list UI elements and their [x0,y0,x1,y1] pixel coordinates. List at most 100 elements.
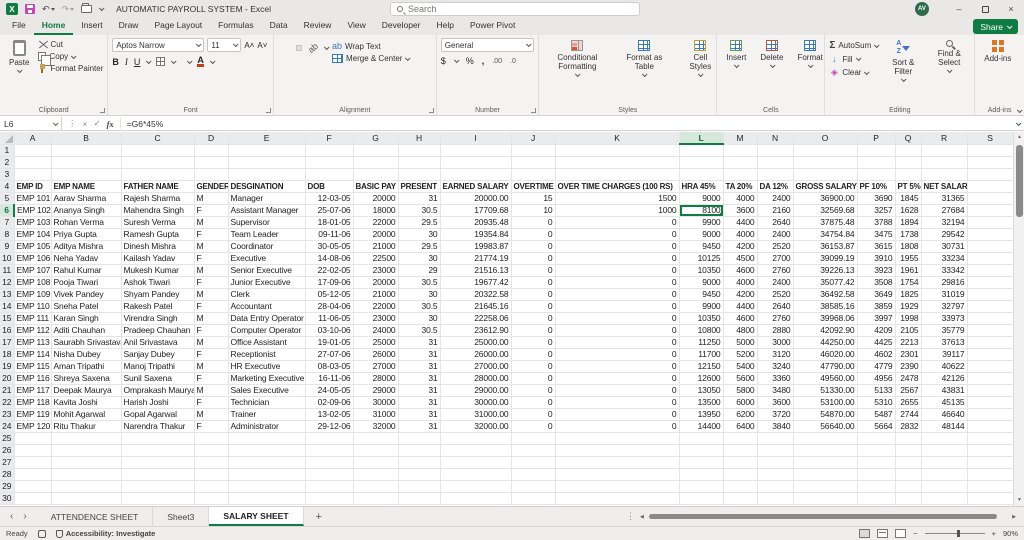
cell-Q18[interactable]: 2301 [895,348,922,361]
cell-B6[interactable]: Ananya Singh [51,204,122,217]
cell-C28[interactable] [121,468,195,481]
page-layout-view-button[interactable] [877,529,889,538]
cell-K22[interactable]: 0 [555,396,680,409]
menu-tab-home[interactable]: Home [33,18,74,35]
name-box[interactable]: L6 [0,116,62,131]
cell-K9[interactable]: 0 [555,240,680,253]
cell-H10[interactable]: 30 [398,252,441,265]
cell-B29[interactable] [51,480,122,493]
cell-G19[interactable]: 27000 [353,360,399,373]
cell-E24[interactable]: Administrator [228,420,306,433]
cell-B25[interactable] [51,432,122,445]
cell-M19[interactable]: 5400 [723,360,758,373]
redo-button[interactable]: ↷ [62,4,75,15]
cell-A14[interactable]: EMP 110 [14,300,52,313]
cell-D21[interactable]: M [194,384,229,397]
row-header-19[interactable]: 19 [0,360,15,373]
cell-F25[interactable] [305,432,354,445]
maximize-button[interactable] [972,0,998,18]
cell-J2[interactable] [511,156,556,169]
number-format-select[interactable]: General [440,38,535,52]
cell-M17[interactable]: 5000 [723,336,758,349]
cell-L23[interactable]: 13950 [679,408,724,421]
row-header-6[interactable]: 6 [0,204,15,217]
cell-Q29[interactable] [895,480,922,493]
column-header-E[interactable]: E [228,132,306,145]
cell-G13[interactable]: 21000 [353,288,399,301]
cell-E21[interactable]: Sales Executive [228,384,306,397]
cell-B9[interactable]: Aditya Mishra [51,240,122,253]
cell-C10[interactable]: Kailash Yadav [121,252,195,265]
align-middle-button[interactable] [287,45,293,51]
menu-tab-file[interactable]: File [4,18,34,35]
cell-K19[interactable]: 0 [555,360,680,373]
row-header-2[interactable]: 2 [0,156,15,169]
cell-G29[interactable] [353,480,399,493]
cell-B3[interactable] [51,168,122,181]
row-header-10[interactable]: 10 [0,252,15,265]
cell-S25[interactable] [967,432,1014,445]
cell-J10[interactable]: 0 [511,252,556,265]
cell-C4[interactable]: FATHER NAME [121,180,195,193]
cell-Q23[interactable]: 2744 [895,408,922,421]
accessibility-status[interactable]: Accessibility: Investigate [55,529,155,538]
cell-Q11[interactable]: 1961 [895,264,922,277]
column-header-S[interactable]: S [967,132,1014,145]
menu-tab-draw[interactable]: Draw [111,18,147,35]
font-dialog-launcher[interactable] [265,108,271,113]
cell-B30[interactable] [51,492,122,505]
cell-R19[interactable]: 40622 [921,360,968,373]
cell-P3[interactable] [857,168,896,181]
cell-A16[interactable]: EMP 112 [14,324,52,337]
cell-F5[interactable]: 12-03-05 [305,192,354,205]
cell-I17[interactable]: 25000.00 [440,336,512,349]
cell-R8[interactable]: 29542 [921,228,968,241]
cell-H1[interactable] [398,144,441,157]
cell-S30[interactable] [967,492,1014,505]
cell-P21[interactable]: 5133 [857,384,896,397]
cell-J1[interactable] [511,144,556,157]
cell-N18[interactable]: 3120 [757,348,794,361]
cell-L1[interactable] [679,144,724,157]
column-header-I[interactable]: I [440,132,512,145]
cell-A17[interactable]: EMP 113 [14,336,52,349]
cell-Q16[interactable]: 2105 [895,324,922,337]
cell-S14[interactable] [967,300,1014,313]
cell-D14[interactable]: F [194,300,229,313]
cell-O26[interactable] [793,444,858,457]
cell-S26[interactable] [967,444,1014,457]
cell-P15[interactable]: 3997 [857,312,896,325]
zoom-slider-thumb[interactable] [956,530,960,537]
cell-R12[interactable]: 29816 [921,276,968,289]
cell-O8[interactable]: 34754.84 [793,228,858,241]
cell-H8[interactable]: 30 [398,228,441,241]
cell-B26[interactable] [51,444,122,457]
cell-J23[interactable]: 0 [511,408,556,421]
cell-J15[interactable]: 0 [511,312,556,325]
cell-F1[interactable] [305,144,354,157]
cell-F27[interactable] [305,456,354,469]
cell-A19[interactable]: EMP 115 [14,360,52,373]
cell-C18[interactable]: Sanjay Dubey [121,348,195,361]
cell-F23[interactable]: 13-02-05 [305,408,354,421]
cell-P12[interactable]: 3508 [857,276,896,289]
cell-O2[interactable] [793,156,858,169]
cell-I30[interactable] [440,492,512,505]
cell-R25[interactable] [921,432,968,445]
cell-D16[interactable]: F [194,324,229,337]
column-header-B[interactable]: B [51,132,122,145]
cell-H25[interactable] [398,432,441,445]
cell-E13[interactable]: Clerk [228,288,306,301]
cell-H4[interactable]: PRESENT [398,180,441,193]
cell-R1[interactable] [921,144,968,157]
insert-function-icon[interactable]: fx [107,119,114,129]
cell-K23[interactable]: 0 [555,408,680,421]
row-header-30[interactable]: 30 [0,492,15,505]
sheet-tab-salary-sheet[interactable]: SALARY SHEET [209,507,304,526]
cell-A5[interactable]: EMP 101 [14,192,52,205]
cell-Q24[interactable]: 2832 [895,420,922,433]
macro-record-icon[interactable] [37,529,46,538]
cell-L26[interactable] [679,444,724,457]
cell-M29[interactable] [723,480,758,493]
merge-center-button[interactable]: Merge & Center [331,54,411,63]
